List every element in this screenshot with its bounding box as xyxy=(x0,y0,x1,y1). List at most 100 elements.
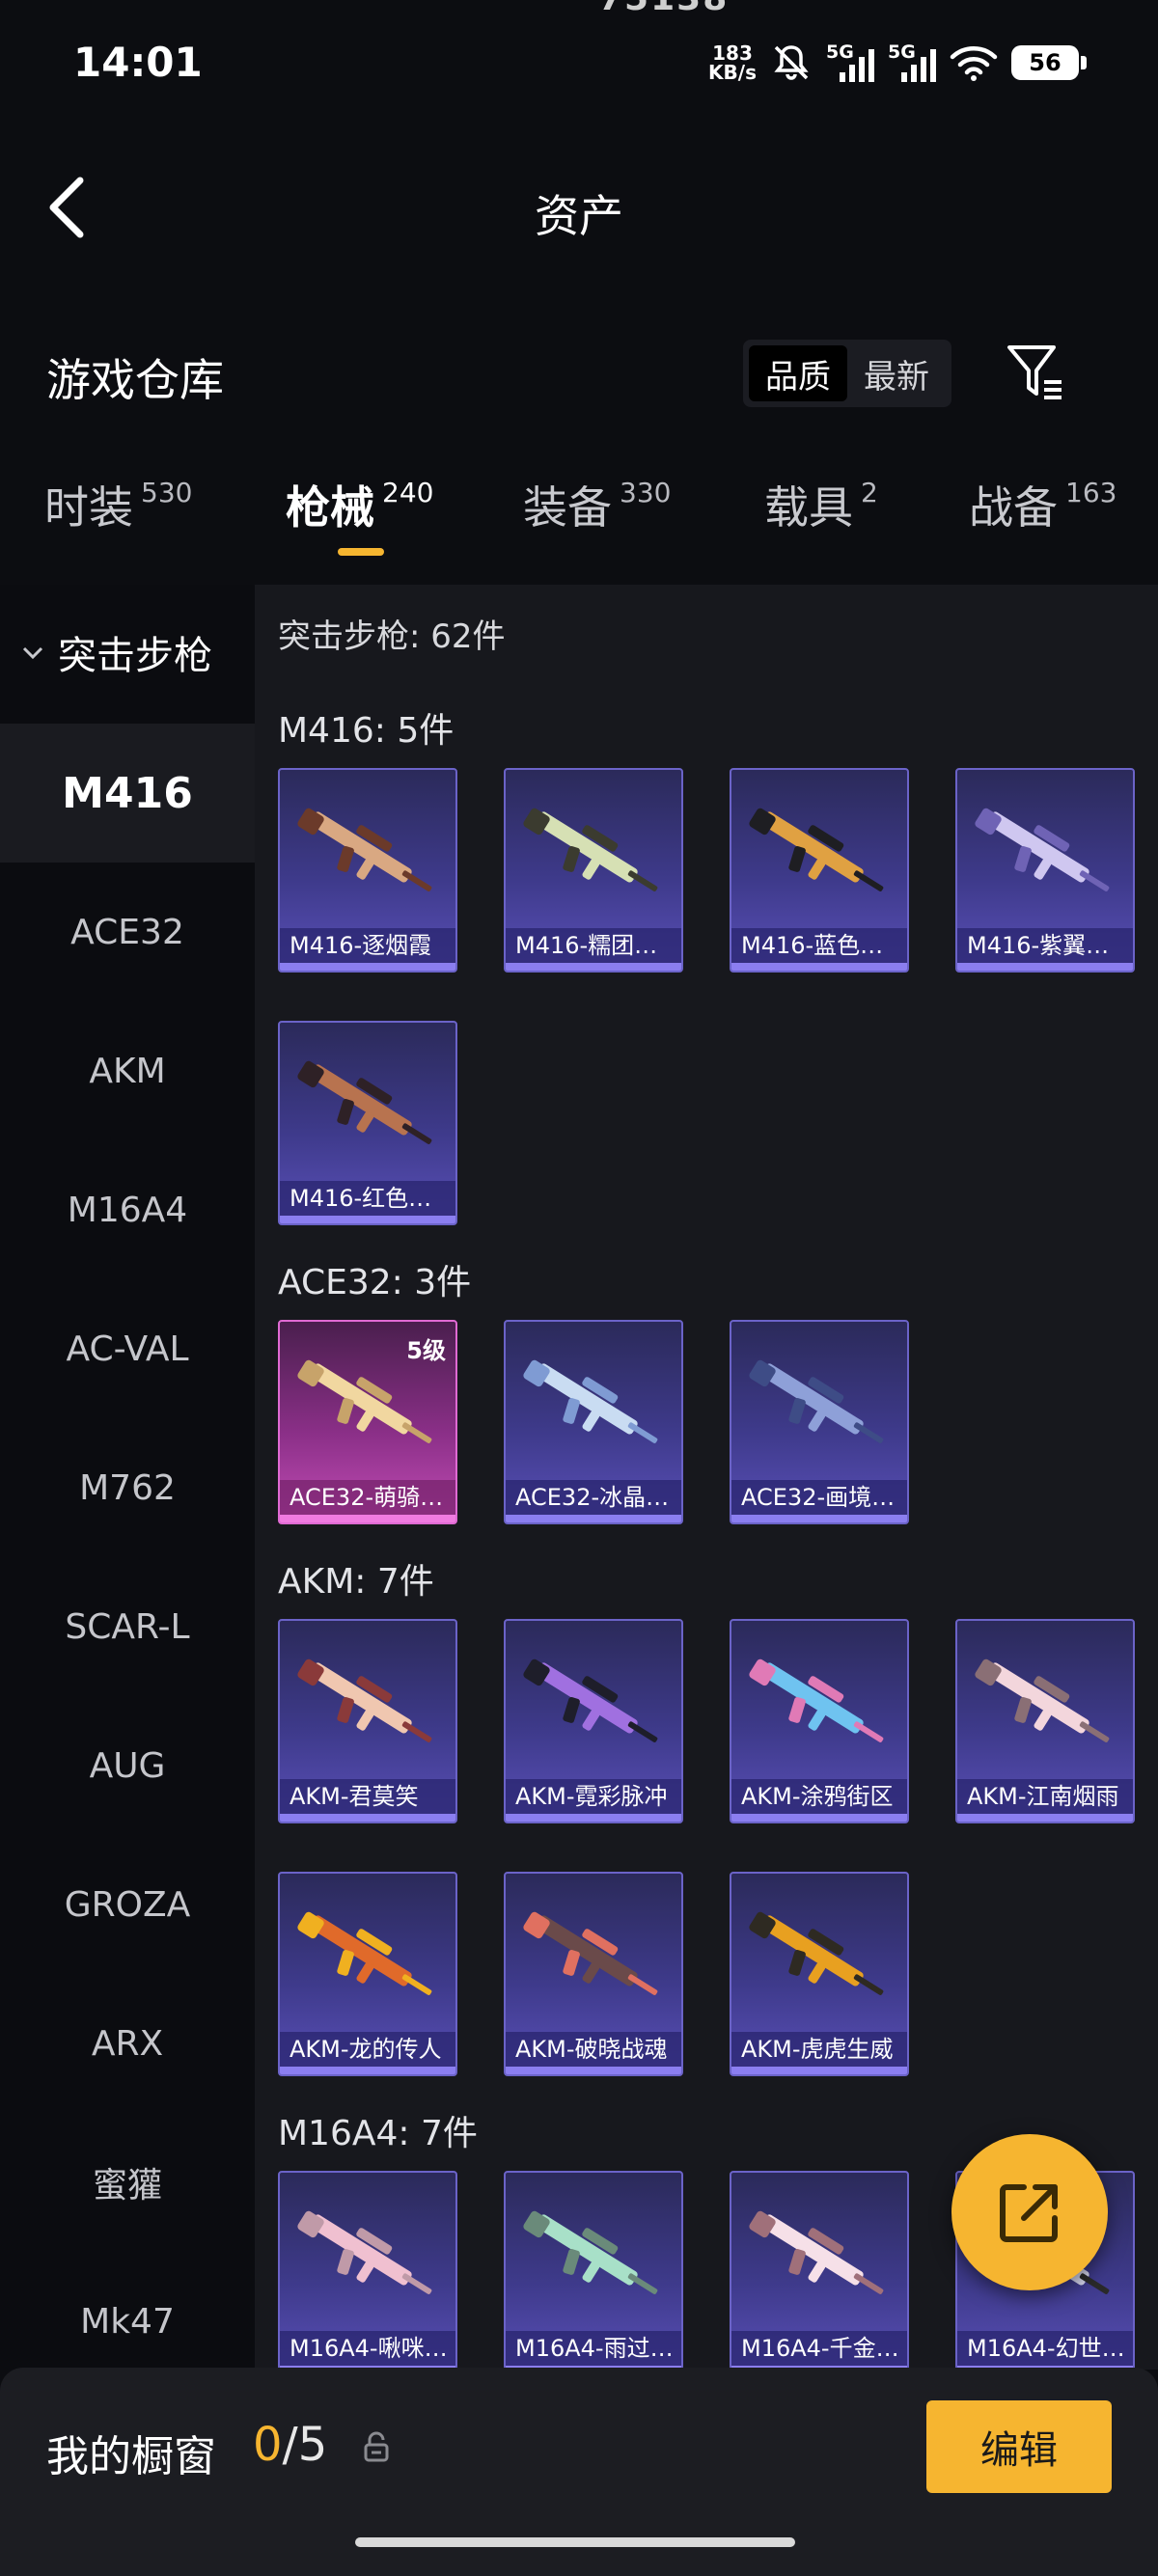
sidebar-item-m762[interactable]: M762 xyxy=(0,1418,255,1557)
tab-count: 530 xyxy=(141,477,193,508)
weapon-skin-name: ACE32-冰晶… xyxy=(506,1480,681,1515)
sort-by-quality[interactable]: 品质 xyxy=(749,345,847,401)
edit-button[interactable]: 编辑 xyxy=(926,2400,1112,2493)
weapon-skin-card[interactable]: AKM-虎虎生威 xyxy=(730,1872,909,2076)
weapon-skin-image xyxy=(297,2210,432,2294)
sidebar-category-assault-rifles[interactable]: 突击步枪 xyxy=(0,585,255,720)
weapon-skin-name: M416-糯团… xyxy=(506,928,681,963)
weapon-sidebar: 突击步枪 M416 ACE32 AKM M16A4 AC-VAL M762 SC… xyxy=(0,585,255,2370)
weapon-skin-card[interactable]: AKM-君莫笑 xyxy=(278,1619,457,1823)
weapon-skin-card[interactable]: ACE32-冰晶… xyxy=(504,1320,683,1524)
filter-button[interactable] xyxy=(1004,342,1067,405)
mute-icon xyxy=(774,45,809,80)
tab-vehicles[interactable]: 载具 2 xyxy=(764,473,878,536)
sidebar-item-arx[interactable]: ARX xyxy=(0,1974,255,2113)
sidebar-item-m416[interactable]: M416 xyxy=(0,724,255,863)
weapon-skin-image xyxy=(749,1658,884,1742)
weapon-skin-card[interactable]: AKM-涂鸦街区 xyxy=(730,1619,909,1823)
rarity-strip xyxy=(731,963,907,971)
showcase-max: 5 xyxy=(297,2418,328,2472)
rarity-strip xyxy=(280,1814,455,1822)
tab-guns[interactable]: 枪械 240 xyxy=(286,473,433,536)
weapon-skin-card[interactable]: AKM-龙的传人 xyxy=(278,1872,457,2076)
weapon-skin-name: AKM-涂鸦街区 xyxy=(731,1779,907,1814)
group-title-m16a4: M16A4: 7件 xyxy=(278,2114,478,2153)
tab-count: 330 xyxy=(620,477,672,508)
status-icons: 183 KB/s 5G 5G 56 xyxy=(708,39,1087,87)
weapon-skin-card[interactable]: AKM-江南烟雨 xyxy=(955,1619,1135,1823)
weapon-skin-card[interactable]: M416-红色… xyxy=(278,1021,457,1225)
group-title-akm: AKM: 7件 xyxy=(278,1562,434,1602)
weapon-skin-image xyxy=(523,1359,658,1443)
weapon-skin-card[interactable]: ACE32-画境… xyxy=(730,1320,909,1524)
weapon-skin-image xyxy=(523,1658,658,1742)
tab-supplies[interactable]: 战备 163 xyxy=(969,473,1117,536)
weapon-skin-card[interactable]: M416-逐烟霞 xyxy=(278,768,457,973)
rarity-strip xyxy=(280,963,455,971)
tab-equipment[interactable]: 装备 330 xyxy=(523,473,671,536)
rarity-strip xyxy=(506,963,681,971)
tab-label: 装备 xyxy=(523,481,612,534)
battery-icon: 56 xyxy=(1011,45,1087,80)
weapon-skin-image xyxy=(523,2210,658,2294)
weapon-skin-card[interactable]: M416-糯团… xyxy=(504,768,683,973)
tab-outfits[interactable]: 时装 530 xyxy=(44,473,192,536)
weapon-content: 突击步枪: 62件 M416: 5件 ACE32: 3件 AKM: 7件 M16… xyxy=(255,585,1158,2370)
sidebar-item-groza[interactable]: GROZA xyxy=(0,1835,255,1974)
sort-by-newest[interactable]: 最新 xyxy=(847,345,946,401)
sidebar-item-m16a4[interactable]: M16A4 xyxy=(0,1140,255,1279)
weapon-skin-name: M16A4-雨过… xyxy=(506,2331,681,2366)
weapon-skin-image xyxy=(523,1911,658,1995)
weapon-skin-name: M416-红色… xyxy=(280,1181,455,1216)
showcase-label: 我的橱窗 xyxy=(46,2432,216,2481)
lock-icon xyxy=(364,2431,389,2462)
weapon-skin-name: M16A4-幻世… xyxy=(957,2331,1133,2366)
category-tabs: 时装 530 枪械 240 装备 330 载具 2 战备 163 xyxy=(0,473,1158,569)
home-indicator[interactable] xyxy=(355,2537,795,2547)
page: 75138 14:01 183 KB/s 5G 5G xyxy=(0,0,1158,2576)
weapon-skin-card[interactable]: M16A4-千金… xyxy=(730,2171,909,2370)
tab-label: 载具 xyxy=(764,481,853,534)
chevron-down-icon xyxy=(22,646,43,660)
weapon-skin-card[interactable]: AKM-霓彩脉冲 xyxy=(504,1619,683,1823)
weapon-skin-card[interactable]: M16A4-啾咪… xyxy=(278,2171,457,2370)
weapon-skin-name: M16A4-啾咪… xyxy=(280,2331,455,2366)
weapon-skin-name: AKM-霓彩脉冲 xyxy=(506,1779,681,1814)
rarity-strip xyxy=(731,1814,907,1822)
group-title-m416: M416: 5件 xyxy=(278,711,455,751)
filter-icon xyxy=(1007,345,1062,399)
sidebar-item-scar-l[interactable]: SCAR-L xyxy=(0,1557,255,1696)
sidebar-item-aug[interactable]: AUG xyxy=(0,1696,255,1835)
weapon-skin-image xyxy=(297,1658,432,1742)
rarity-strip xyxy=(280,1216,455,1223)
weapon-skin-card[interactable]: M16A4-雨过… xyxy=(504,2171,683,2370)
weapon-skin-image xyxy=(749,2210,884,2294)
rarity-strip xyxy=(506,2067,681,2074)
weapon-skin-name: ACE32-画境… xyxy=(731,1480,907,1515)
showcase-bar: 我的橱窗 0/5 编辑 xyxy=(0,2368,1158,2576)
sidebar-item-ac-val[interactable]: AC-VAL xyxy=(0,1279,255,1418)
rarity-strip xyxy=(280,1515,455,1522)
signal-sim1-icon: 5G xyxy=(826,41,874,84)
weapon-skin-card[interactable]: AKM-破晓战魂 xyxy=(504,1872,683,2076)
sidebar-category-label: 突击步枪 xyxy=(58,634,212,678)
tab-label: 战备 xyxy=(969,481,1058,534)
sidebar-item-honey-badger[interactable]: 蜜獾 xyxy=(0,2113,255,2252)
weapon-skin-name: ACE32-萌骑… xyxy=(280,1480,455,1515)
status-bar: 75138 14:01 183 KB/s 5G 5G xyxy=(0,0,1158,125)
sidebar-item-akm[interactable]: AKM xyxy=(0,1001,255,1140)
status-time: 14:01 xyxy=(73,39,203,86)
tab-count: 2 xyxy=(861,477,878,508)
weapon-skin-card[interactable]: M416-紫翼… xyxy=(955,768,1135,973)
status-top-fragment: 75138 xyxy=(598,0,729,18)
weapon-skin-image xyxy=(297,808,432,891)
weapon-skin-image xyxy=(749,808,884,891)
showcase-current: 0 xyxy=(253,2418,283,2472)
sidebar-item-ace32[interactable]: ACE32 xyxy=(0,863,255,1001)
share-fab[interactable] xyxy=(951,2134,1108,2290)
weapon-skin-card[interactable]: M416-蓝色… xyxy=(730,768,909,973)
rarity-strip xyxy=(957,1814,1133,1822)
weapon-skin-name: M416-蓝色… xyxy=(731,928,907,963)
weapon-skin-card[interactable]: 5级 ACE32-萌骑… xyxy=(278,1320,457,1524)
skin-level-badge: 5级 xyxy=(406,1337,446,1364)
